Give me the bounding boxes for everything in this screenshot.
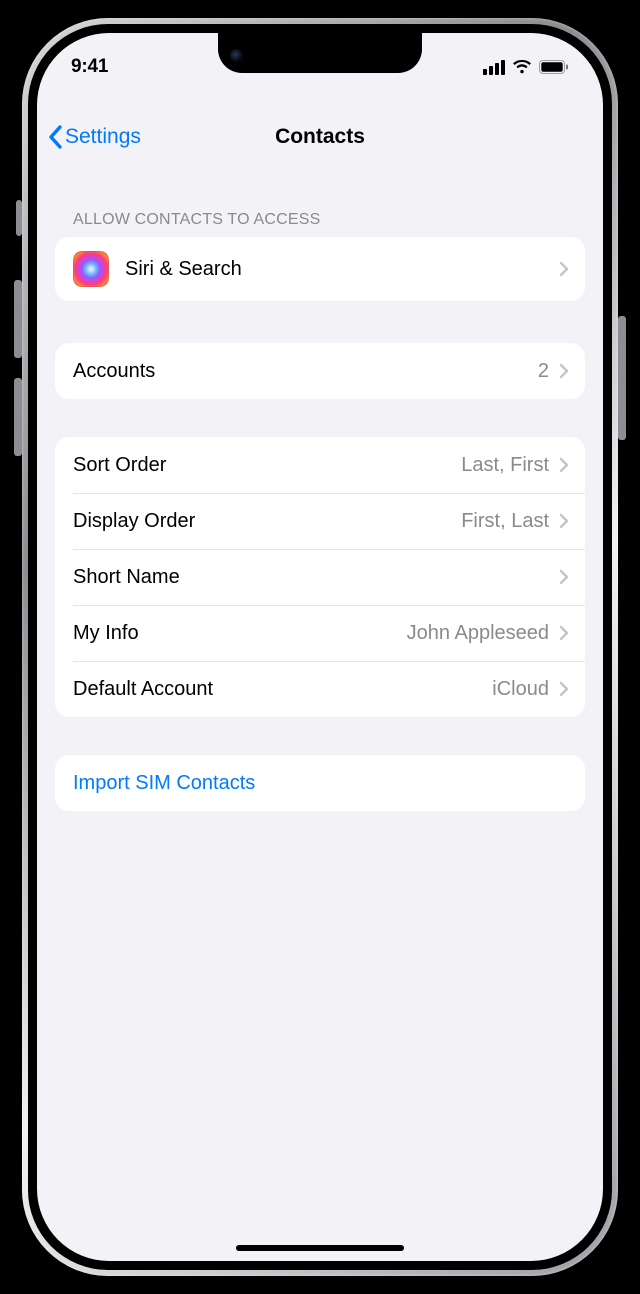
group-settings: Sort Order Last, First Display Order Fir… [55, 437, 585, 717]
wifi-icon [512, 60, 532, 75]
short-name-label: Short Name [73, 566, 180, 589]
chevron-right-icon [559, 681, 569, 697]
siri-label: Siri & Search [125, 258, 242, 281]
sort-order-label: Sort Order [73, 454, 166, 477]
notch [218, 33, 422, 73]
section-header-access: ALLOW CONTACTS TO ACCESS [73, 211, 585, 229]
row-my-info[interactable]: My Info John Appleseed [55, 605, 585, 661]
group-access: Siri & Search [55, 237, 585, 301]
row-sort-order[interactable]: Sort Order Last, First [55, 437, 585, 493]
nav-bar: Settings Contacts [37, 113, 603, 161]
status-indicators [483, 60, 569, 75]
row-display-order[interactable]: Display Order First, Last [55, 493, 585, 549]
chevron-right-icon [559, 457, 569, 473]
default-account-label: Default Account [73, 678, 213, 701]
chevron-right-icon [559, 625, 569, 641]
home-indicator[interactable] [236, 1245, 404, 1251]
group-import: Import SIM Contacts [55, 755, 585, 811]
my-info-value: John Appleseed [407, 622, 549, 645]
group-accounts: Accounts 2 [55, 343, 585, 399]
chevron-right-icon [559, 513, 569, 529]
import-sim-label: Import SIM Contacts [73, 772, 255, 795]
row-accounts[interactable]: Accounts 2 [55, 343, 585, 399]
accounts-label: Accounts [73, 360, 155, 383]
accounts-value: 2 [538, 360, 549, 383]
siri-icon [73, 251, 109, 287]
sort-order-value: Last, First [461, 454, 549, 477]
chevron-left-icon [47, 125, 63, 149]
my-info-label: My Info [73, 622, 139, 645]
content: ALLOW CONTACTS TO ACCESS Siri & Search A… [37, 181, 603, 811]
row-siri-search[interactable]: Siri & Search [55, 237, 585, 301]
row-short-name[interactable]: Short Name [55, 549, 585, 605]
row-import-sim[interactable]: Import SIM Contacts [55, 755, 585, 811]
cellular-icon [483, 60, 505, 75]
display-order-label: Display Order [73, 510, 195, 533]
screen: 9:41 Settings Contacts ALLOW CONTACTS TO… [37, 33, 603, 1261]
chevron-right-icon [559, 363, 569, 379]
back-label: Settings [65, 125, 141, 149]
chevron-right-icon [559, 261, 569, 277]
clock: 9:41 [71, 56, 108, 78]
back-button[interactable]: Settings [47, 125, 141, 149]
row-default-account[interactable]: Default Account iCloud [55, 661, 585, 717]
chevron-right-icon [559, 569, 569, 585]
battery-icon [539, 60, 569, 74]
front-camera [230, 49, 244, 63]
display-order-value: First, Last [461, 510, 549, 533]
default-account-value: iCloud [492, 678, 549, 701]
